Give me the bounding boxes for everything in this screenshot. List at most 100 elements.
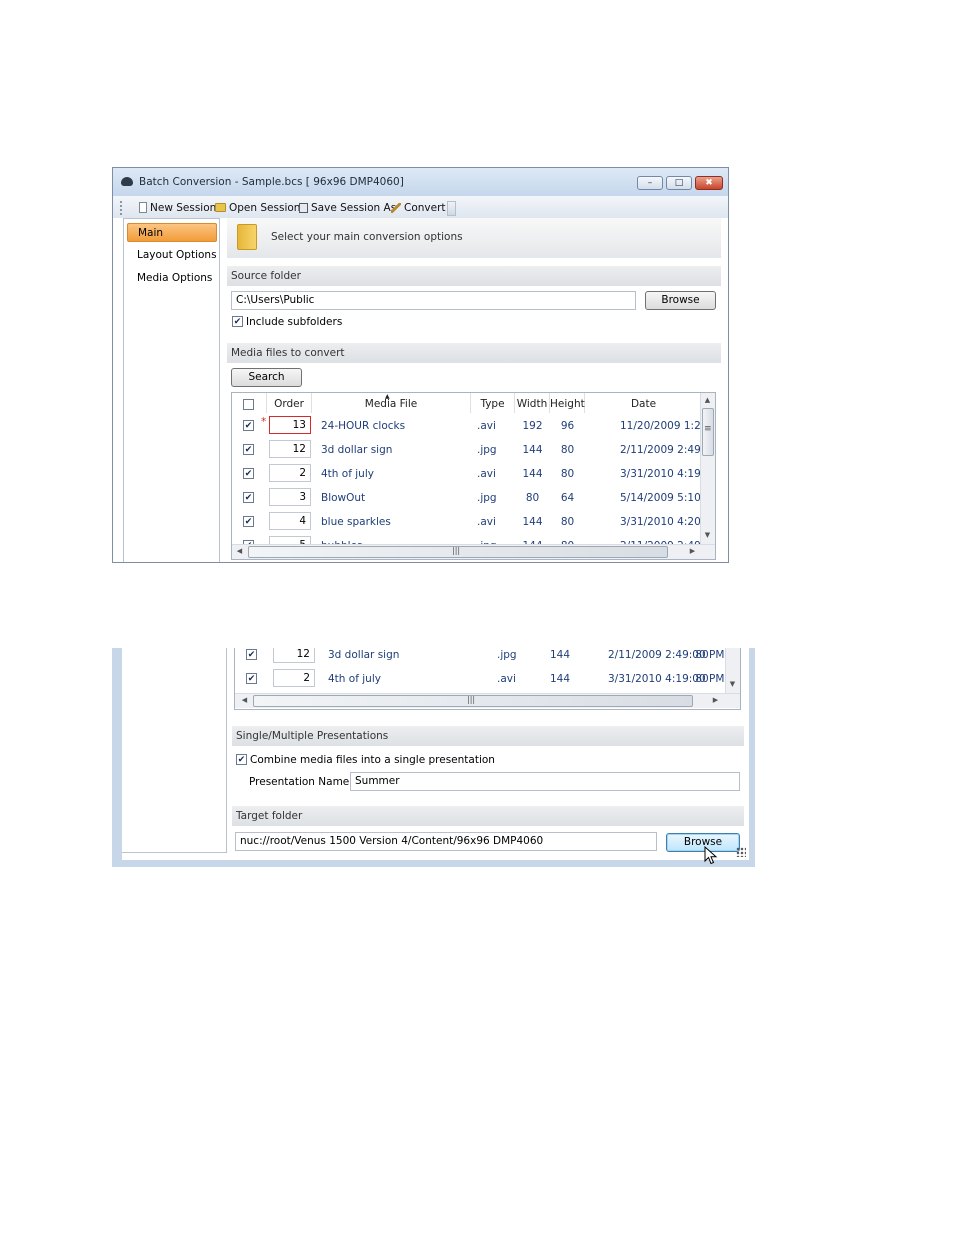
- resize-grip-icon[interactable]: [736, 847, 746, 857]
- maximize-button[interactable]: □: [666, 176, 692, 190]
- open-session-button[interactable]: Open Session: [215, 200, 300, 215]
- media-file-header-label: Media File: [364, 398, 418, 410]
- media-grid: Order ▲ Media File Type Width Height Dat…: [231, 392, 716, 560]
- row-checkbox[interactable]: [243, 468, 254, 479]
- height-cell: 80: [560, 444, 575, 456]
- grid-vertical-scrollbar[interactable]: ▲ ≡ ▼: [700, 393, 715, 544]
- horizontal-scroll-thumb[interactable]: |||: [253, 695, 693, 707]
- scroll-down-arrow[interactable]: ▼: [726, 678, 739, 691]
- order-input[interactable]: 3: [269, 488, 311, 506]
- minimize-button[interactable]: –: [637, 176, 663, 190]
- convert-button[interactable]: Convert: [391, 200, 446, 215]
- order-input[interactable]: 12: [269, 440, 311, 458]
- grid-horizontal-scrollbar[interactable]: ◀ ||| ▶: [235, 693, 740, 708]
- scroll-up-arrow[interactable]: ▲: [701, 394, 714, 407]
- row-checkbox[interactable]: [246, 649, 257, 660]
- column-header-type[interactable]: Type: [471, 393, 515, 413]
- vertical-scroll-thumb[interactable]: ≡: [702, 408, 714, 456]
- order-input[interactable]: 4: [269, 512, 311, 530]
- date-cell: 2/11/2009 2:49:00 PM: [608, 649, 725, 661]
- type-cell: .avi: [477, 516, 496, 528]
- row-checkbox[interactable]: [243, 492, 254, 503]
- column-header-media-file[interactable]: ▲ Media File: [312, 393, 471, 413]
- target-browse-button[interactable]: Browse: [666, 833, 740, 852]
- column-header-height[interactable]: Height: [550, 393, 585, 413]
- table-row[interactable]: 24th of july.avi144803/31/2010 4:19:00 P…: [235, 667, 740, 691]
- combine-checkbox[interactable]: [236, 754, 247, 765]
- row-checkbox[interactable]: [243, 420, 254, 431]
- media-file-cell: blue sparkles: [321, 516, 391, 528]
- column-header-order[interactable]: Order: [267, 393, 312, 413]
- table-row[interactable]: 24th of july.avi144803/31/2010 4:19:00 P…: [232, 462, 715, 486]
- target-folder-section: Target folder: [232, 806, 744, 826]
- thumb-grip: ≡: [704, 424, 712, 434]
- new-session-button[interactable]: New Session: [139, 200, 216, 215]
- new-document-icon: [139, 202, 147, 213]
- horizontal-scroll-thumb[interactable]: |||: [248, 546, 668, 558]
- scroll-right-arrow[interactable]: ▶: [686, 545, 699, 558]
- table-row[interactable]: *1324-HOUR clocks.avi1929611/20/2009 1:2…: [232, 414, 715, 438]
- width-cell: 144: [549, 673, 571, 685]
- table-row[interactable]: 123d dollar sign.jpg144802/11/2009 2:49:…: [235, 648, 740, 667]
- height-cell: 96: [560, 420, 575, 432]
- search-button[interactable]: Search: [231, 368, 302, 387]
- media-file-cell: 24-HOUR clocks: [321, 420, 406, 432]
- height-cell: 64: [560, 492, 575, 504]
- title-bar[interactable]: Batch Conversion - Sample.bcs [ 96x96 DM…: [113, 168, 728, 196]
- combine-label: Combine media files into a single presen…: [250, 754, 495, 766]
- order-input[interactable]: 12: [273, 648, 315, 663]
- media-file-cell: 3d dollar sign: [328, 649, 400, 661]
- source-browse-button[interactable]: Browse: [645, 291, 716, 310]
- row-checkbox[interactable]: [246, 673, 257, 684]
- column-header-date[interactable]: Date: [585, 393, 702, 413]
- toolbar-overflow-icon[interactable]: [447, 201, 456, 216]
- height-cell: 80: [560, 516, 575, 528]
- save-session-as-button[interactable]: Save Session As: [299, 200, 396, 215]
- source-folder-input[interactable]: C:\Users\Public: [231, 291, 636, 310]
- order-input[interactable]: 13: [269, 416, 311, 434]
- presentation-name-input[interactable]: Summer: [350, 772, 740, 791]
- media-file-cell: BlowOut: [321, 492, 366, 504]
- sidebar-item-layout-options[interactable]: Layout Options: [127, 246, 217, 265]
- open-session-label: Open Session: [229, 201, 301, 214]
- hthumb-grip: |||: [467, 695, 476, 704]
- table-row[interactable]: 123d dollar sign.jpg144802/11/2009 2:49:…: [232, 438, 715, 462]
- media-file-cell: 4th of july: [321, 468, 374, 480]
- header-text: Select your main conversion options: [271, 231, 463, 243]
- column-header-width[interactable]: Width: [515, 393, 550, 413]
- table-row[interactable]: 4blue sparkles.avi144803/31/2010 4:20:00…: [232, 510, 715, 534]
- convert-wand-icon: [391, 202, 401, 213]
- table-row[interactable]: 3BlowOut.jpg80645/14/2009 5:10:00 PM: [232, 486, 715, 510]
- width-cell: 144: [549, 649, 571, 661]
- new-session-label: New Session: [150, 201, 217, 214]
- target-folder-input[interactable]: nuc://root/Venus 1500 Version 4/Content/…: [235, 832, 657, 851]
- select-all-checkbox[interactable]: [243, 399, 254, 410]
- sidebar: Main Layout Options Media Options: [123, 218, 220, 562]
- grid-horizontal-scrollbar[interactable]: ◀ ||| ▶: [232, 544, 715, 559]
- row-checkbox[interactable]: [243, 444, 254, 455]
- sidebar-item-media-options[interactable]: Media Options: [127, 269, 217, 288]
- media-files-section: Media files to convert: [227, 343, 721, 363]
- type-cell: .avi: [497, 673, 516, 685]
- select-all-header: [232, 393, 267, 413]
- sidebar-item-main[interactable]: Main: [127, 223, 217, 242]
- save-icon: [299, 202, 308, 213]
- sort-ascending-icon: ▲: [385, 393, 390, 400]
- media-file-cell: 4th of july: [328, 673, 381, 685]
- scroll-right-arrow[interactable]: ▶: [709, 694, 722, 707]
- grid-vertical-scrollbar[interactable]: ▼: [725, 648, 740, 693]
- close-button[interactable]: ✖: [695, 176, 723, 190]
- date-cell: 3/31/2010 4:19:00 PM: [608, 673, 725, 685]
- convert-label: Convert: [404, 201, 446, 214]
- order-input[interactable]: 2: [269, 464, 311, 482]
- save-session-as-label: Save Session As: [311, 201, 397, 214]
- scroll-down-arrow[interactable]: ▼: [701, 529, 714, 542]
- toolbar-grip[interactable]: [120, 201, 124, 215]
- folder-icon: [237, 224, 257, 250]
- row-checkbox[interactable]: [243, 516, 254, 527]
- scroll-left-arrow[interactable]: ◀: [238, 694, 251, 707]
- scroll-left-arrow[interactable]: ◀: [233, 545, 246, 558]
- toolbar: New Session Open Session Save Session As…: [113, 196, 728, 218]
- include-subfolders-checkbox[interactable]: [232, 316, 243, 327]
- order-input[interactable]: 2: [273, 669, 315, 687]
